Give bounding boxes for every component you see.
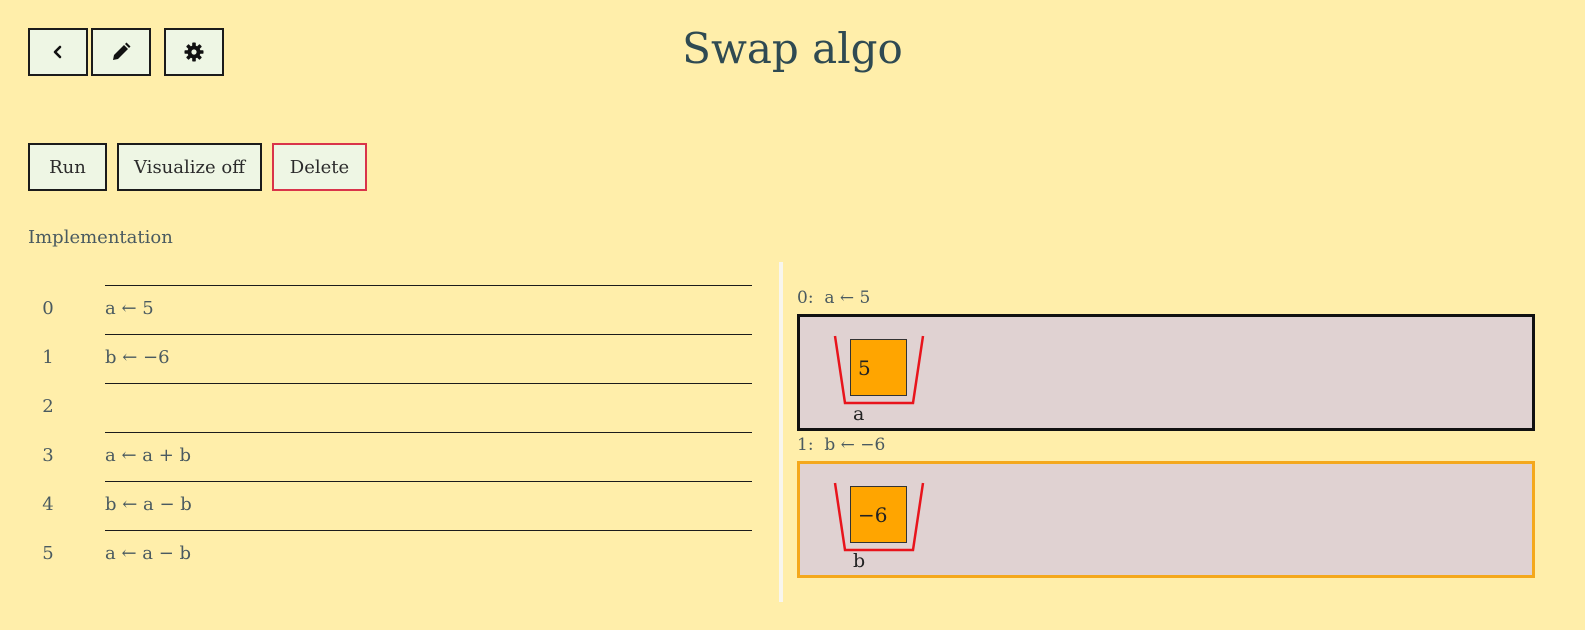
step-visualization[interactable]: 5 a xyxy=(797,314,1535,431)
variable-value-cell: 5 xyxy=(850,339,907,396)
code-line[interactable]: 3 a ← a + b xyxy=(42,432,752,481)
code-text: b ← a − b xyxy=(105,494,192,515)
variable-name: a xyxy=(853,403,865,425)
line-number: 1 xyxy=(42,347,54,368)
line-number: 0 xyxy=(42,298,54,319)
step-visualization-active[interactable]: −6 b xyxy=(797,461,1535,578)
code-line[interactable]: 5 a ← a − b xyxy=(42,530,752,579)
code-text: a ← 5 xyxy=(105,298,154,319)
code-line[interactable]: 1 b ← −6 xyxy=(42,334,752,383)
code-line[interactable]: 2 xyxy=(42,383,752,432)
delete-button[interactable]: Delete xyxy=(272,143,367,191)
step-label: 1: b ← −6 xyxy=(797,435,886,455)
code-table: 0 a ← 5 1 b ← −6 2 3 a ← a + b 4 b ← a −… xyxy=(28,285,752,579)
run-button[interactable]: Run xyxy=(28,143,107,191)
variable-value-cell: −6 xyxy=(850,486,907,543)
line-number: 2 xyxy=(42,396,54,417)
line-number: 5 xyxy=(42,543,54,564)
code-text: b ← −6 xyxy=(105,347,170,368)
visualize-toggle-button[interactable]: Visualize off xyxy=(117,143,262,191)
code-text: a ← a + b xyxy=(105,445,192,466)
panel-divider[interactable] xyxy=(779,262,783,602)
code-line[interactable]: 0 a ← 5 xyxy=(42,285,752,334)
step-label: 0: a ← 5 xyxy=(797,288,871,308)
implementation-label: Implementation xyxy=(28,227,173,248)
page-title: Swap algo xyxy=(682,24,903,73)
code-line[interactable]: 4 b ← a − b xyxy=(42,481,752,530)
line-number: 3 xyxy=(42,445,54,466)
line-number: 4 xyxy=(42,494,54,515)
code-text: a ← a − b xyxy=(105,543,192,564)
variable-name: b xyxy=(853,550,866,572)
